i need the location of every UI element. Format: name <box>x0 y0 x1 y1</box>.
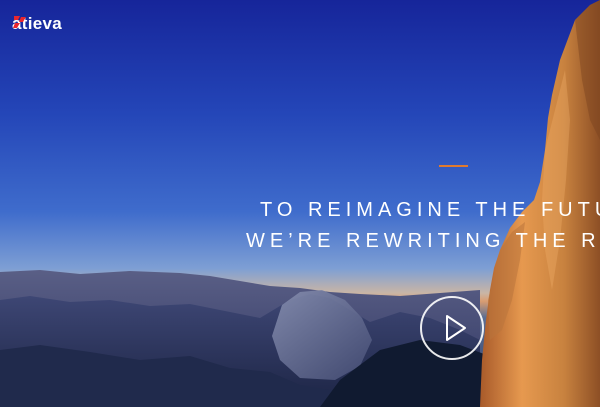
atieva-logo-icon <box>13 16 26 28</box>
headline-line-2: WE’RE REWRITING THE RU <box>246 230 600 252</box>
accent-line <box>439 165 468 167</box>
play-video-button[interactable] <box>420 296 484 360</box>
hero-background: atieva TO REIMAGINE THE FUTU WE’RE REWRI… <box>0 0 600 407</box>
play-icon <box>446 315 466 341</box>
headline-line-1: TO REIMAGINE THE FUTU <box>260 199 600 221</box>
brand-logo[interactable]: atieva <box>12 14 62 34</box>
